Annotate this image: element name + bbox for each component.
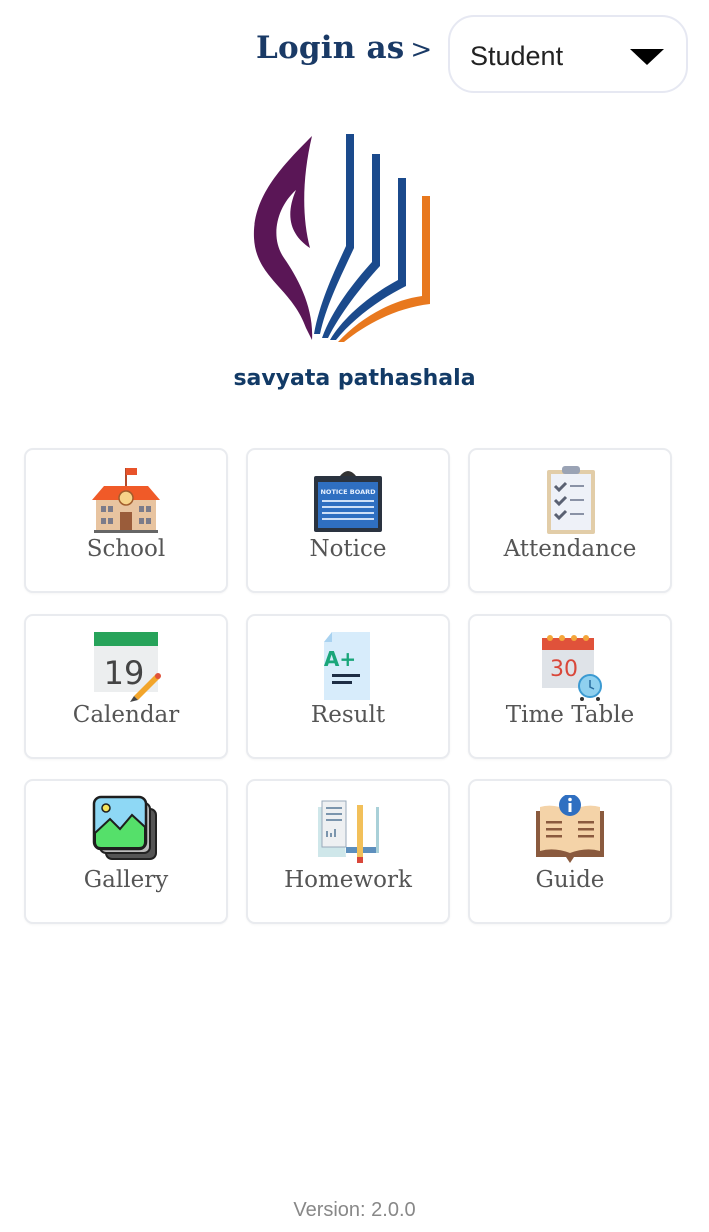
notice-board-icon: NOTICE BOARD — [314, 471, 382, 532]
menu-tile-label: Time Table — [505, 702, 635, 728]
menu-tile-guide[interactable]: Guide — [468, 779, 672, 924]
homework-icon — [318, 800, 379, 863]
timetable-icon: 30 — [542, 635, 602, 701]
svg-text:30: 30 — [550, 657, 578, 682]
school-name: savyata pathashala — [233, 366, 476, 391]
login-as-label: Login as > — [256, 30, 432, 66]
role-dropdown-value: Student — [470, 41, 564, 71]
menu-tile-attendance[interactable]: Attendance — [468, 448, 672, 593]
login-as-text: Login as — [256, 30, 405, 66]
calendar-icon: 19 — [94, 632, 161, 702]
menu-tile-label: Homework — [284, 867, 412, 893]
menu-tile-label: Guide — [535, 867, 605, 893]
menu-tile-calendar[interactable]: 19 Calendar — [24, 614, 228, 759]
school-logo — [253, 134, 430, 342]
app-version: Version: 2.0.0 — [293, 1199, 416, 1221]
chevron-right-icon: > — [410, 35, 433, 65]
menu-tile-time-table[interactable]: 30 Time Table — [468, 614, 672, 759]
menu-tile-label: School — [86, 536, 166, 562]
menu-tile-label: Calendar — [72, 702, 180, 728]
school-icon — [92, 468, 160, 533]
logo-flame-shape — [253, 136, 313, 340]
menu-tile-homework[interactable]: Homework — [246, 779, 450, 924]
menu-tile-school[interactable]: School — [24, 448, 228, 593]
guide-book-icon — [536, 795, 604, 863]
menu-tile-gallery[interactable]: Gallery — [24, 779, 228, 924]
clipboard-checklist-icon — [547, 466, 595, 534]
role-dropdown[interactable]: Student — [448, 15, 688, 93]
menu-tile-result[interactable]: A+ Result — [246, 614, 450, 759]
menu-tile-notice[interactable]: NOTICE BOARD Notice — [246, 448, 450, 593]
result-grade-icon: A+ — [324, 632, 370, 700]
svg-text:A+: A+ — [324, 647, 356, 671]
menu-tile-label: Attendance — [503, 536, 637, 562]
svg-text:NOTICE BOARD: NOTICE BOARD — [320, 488, 376, 496]
menu-tile-label: Gallery — [83, 867, 169, 893]
menu-tile-label: Result — [310, 702, 386, 728]
menu-tile-label: Notice — [309, 536, 387, 562]
svg-text:19: 19 — [104, 654, 145, 692]
gallery-icon — [92, 795, 157, 860]
caret-down-icon — [630, 49, 664, 65]
